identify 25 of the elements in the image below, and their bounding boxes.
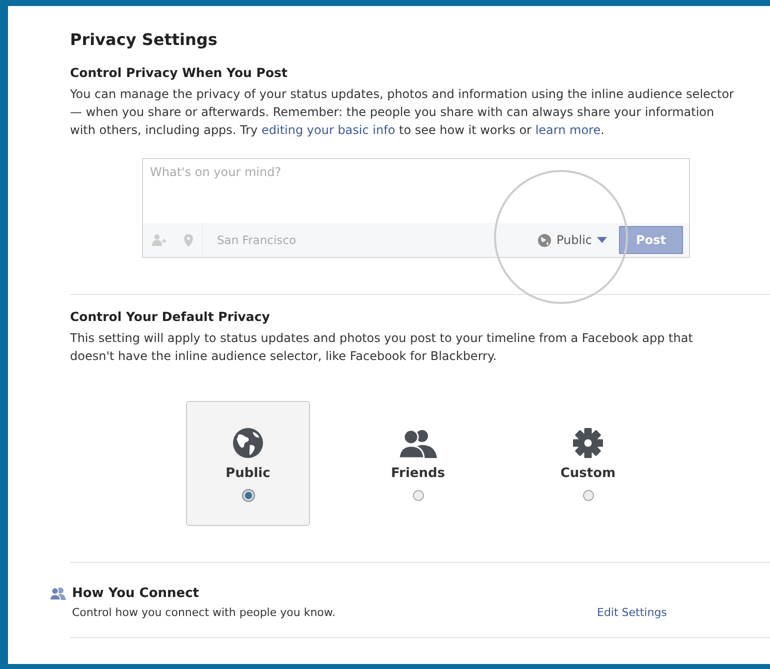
- gear-icon: [572, 428, 604, 458]
- globe-icon: [232, 428, 264, 458]
- section-heading: How You Connect: [72, 586, 200, 601]
- section-heading: Control Privacy When You Post: [70, 65, 288, 80]
- location-pin-icon[interactable]: [184, 234, 193, 246]
- section-description: You can manage the privacy of your status updates, photos and information using the inline audience selector — when you share or afterwards. Remember: the people you share with can always share your information with others, including apps. Try editing your basic info to see how it works or learn more.: [70, 86, 734, 139]
- globe-icon: [538, 234, 552, 246]
- edit-settings-link[interactable]: Edit Settings: [597, 606, 667, 619]
- section-description: Control how you connect with people you know.: [72, 606, 336, 619]
- people-icon: [399, 428, 437, 458]
- privacy-option[interactable]: Custom: [526, 401, 650, 526]
- people-icon: [50, 587, 66, 600]
- privacy-option[interactable]: Public: [186, 401, 310, 526]
- add-person-icon[interactable]: [152, 234, 166, 246]
- section-heading: Control Your Default Privacy: [70, 309, 271, 324]
- privacy-option[interactable]: Friends: [356, 401, 480, 526]
- radio-button[interactable]: [412, 490, 424, 501]
- radio-button[interactable]: [582, 490, 594, 501]
- page-title: Privacy Settings: [70, 30, 218, 49]
- section-description: This setting will apply to status updates and photos you post to your timeline from a Facebook app that doesn't have the inline audience selector, like Facebook for Blackberry.: [70, 330, 694, 365]
- caret-icon: [597, 237, 607, 243]
- audience-selector[interactable]: Public: [538, 233, 607, 247]
- inline-link[interactable]: learn more: [535, 123, 601, 137]
- inline-link[interactable]: editing your basic info: [261, 123, 396, 137]
- radio-button[interactable]: [242, 490, 254, 501]
